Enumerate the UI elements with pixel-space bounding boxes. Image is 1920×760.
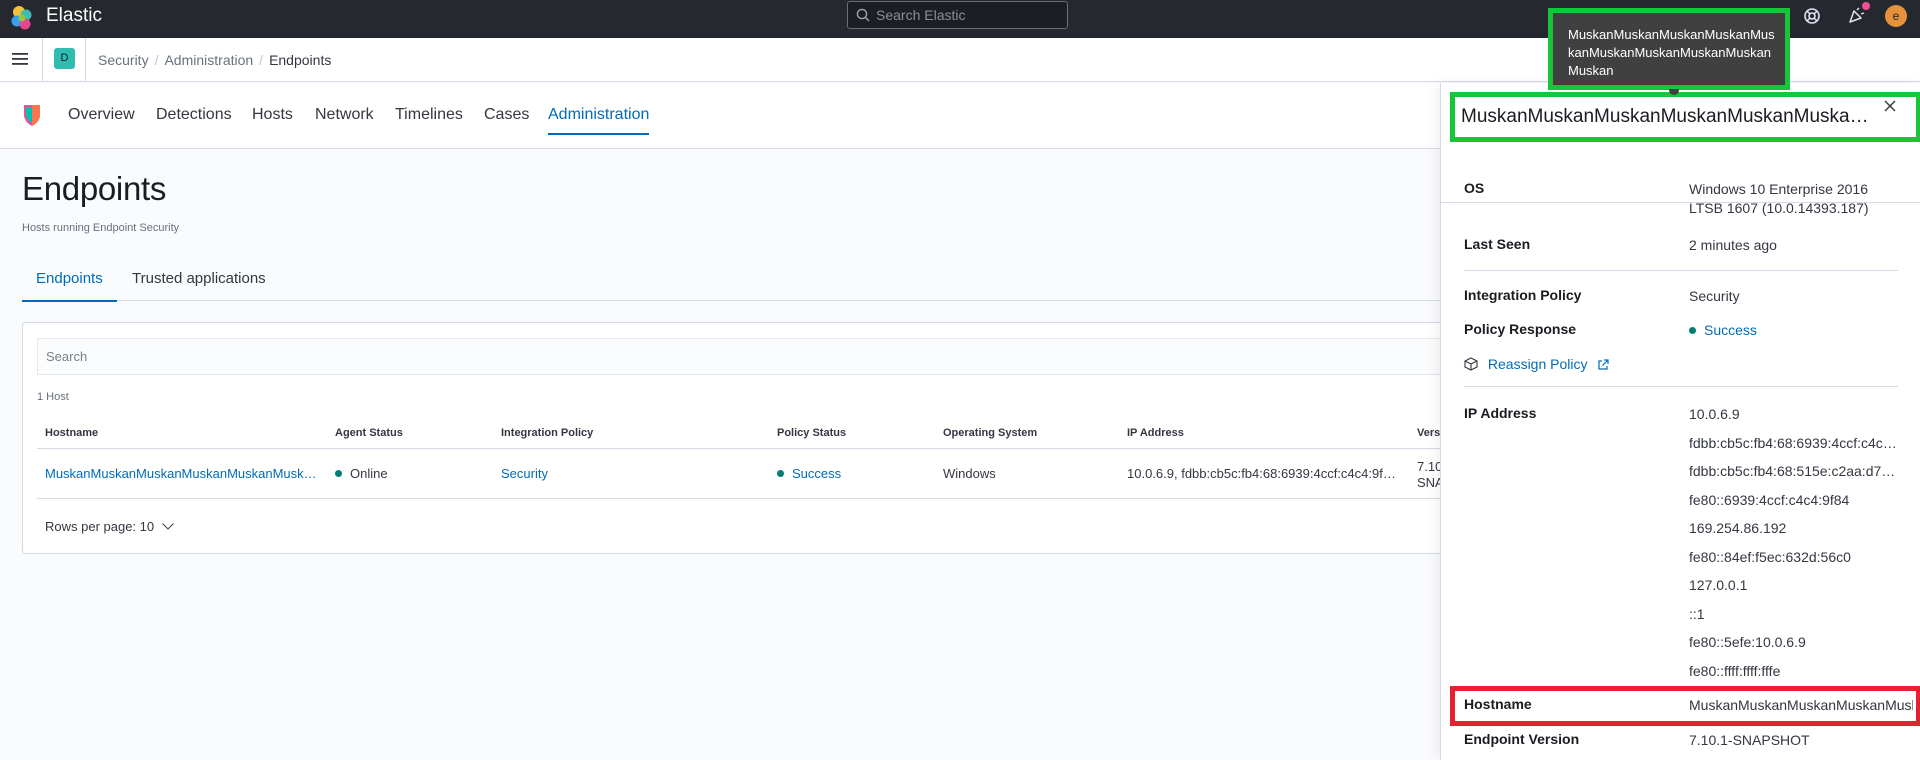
- status-dot: [1689, 327, 1696, 334]
- user-avatar[interactable]: e: [1885, 5, 1907, 27]
- ip-address-item: fe80::84ef:f5ec:632d:56c0: [1689, 548, 1851, 565]
- os-value: Windows 10 Enterprise 2016 LTSB 1607 (10…: [1689, 181, 1869, 216]
- endpoint-search-input[interactable]: [38, 339, 1456, 374]
- divider: [1464, 386, 1898, 387]
- breadcrumb: Security / Administration / Endpoints: [98, 38, 331, 82]
- ip-address-item: fe80::5efe:10.0.6.9: [1689, 634, 1806, 650]
- row-hostname-link[interactable]: MuskanMuskanMuskanMuskanMuskanMuskanMusk…: [45, 449, 320, 499]
- policy-response-link[interactable]: Success: [1704, 322, 1757, 338]
- ip-address-item: fe80::6939:4ccf:c4c4:9f84: [1689, 491, 1850, 508]
- integration-policy-label: Integration Policy: [1464, 287, 1582, 303]
- brand-name: Elastic: [46, 5, 102, 26]
- hostname-value: MuskanMuskanMuskanMuskanMuskanMuskanMusk…: [1689, 697, 1913, 713]
- security-app-nav: Overview Detections Hosts Network Timeli…: [0, 83, 1440, 149]
- row-agent-status: Online: [335, 449, 485, 499]
- status-dot: [777, 470, 784, 477]
- package-icon: [1464, 357, 1478, 371]
- hostname-tooltip: MuskanMuskanMuskanMuskanMuskanMuskanMusk…: [1548, 8, 1790, 90]
- page-subtitle: Hosts running Endpoint Security: [22, 222, 180, 234]
- os-label: OS: [1464, 180, 1485, 196]
- row-ip: 10.0.6.9, fdbb:cb5c:fb4:68:6939:4ccf:c4c…: [1127, 466, 1399, 481]
- security-app-logo-icon[interactable]: [22, 103, 42, 127]
- row-os: Windows: [943, 466, 996, 481]
- flyout-title[interactable]: MuskanMuskanMuskanMuskanMuskanMuskanMusk…: [1461, 97, 1871, 137]
- tab-detections[interactable]: Detections: [156, 83, 232, 149]
- divider: [85, 38, 86, 82]
- breadcrumb-separator: /: [154, 52, 159, 68]
- external-link-icon: [1598, 359, 1609, 370]
- chevron-down-icon: [162, 518, 174, 530]
- breadcrumb-administration[interactable]: Administration: [164, 52, 253, 68]
- ip-address-item: 169.254.86.192: [1689, 520, 1787, 536]
- flyout-title-highlight: MuskanMuskanMuskanMuskanMuskanMuskanMusk…: [1450, 92, 1920, 142]
- host-count: 1 Host: [37, 391, 69, 403]
- tab-network[interactable]: Network: [315, 83, 374, 149]
- ip-address-item: fdbb:cb5c:fb4:68:6939:4ccf:c4c4:9f84: [1689, 434, 1901, 451]
- global-search-input[interactable]: [876, 2, 1062, 28]
- breadcrumb-separator: /: [259, 52, 264, 68]
- table-row: MuskanMuskanMuskanMuskanMuskanMuskanMusk…: [37, 449, 1457, 499]
- page-title: Endpoints: [22, 170, 167, 207]
- ip-address-label: IP Address: [1464, 405, 1537, 421]
- elastic-logo-icon[interactable]: [10, 5, 34, 31]
- row-agent-status-text: Online: [350, 466, 388, 481]
- ip-address-item: fdbb:cb5c:fb4:68:515e:c2aa:d77f:b89b: [1689, 463, 1901, 479]
- endpoint-search[interactable]: [37, 338, 1457, 375]
- close-icon[interactable]: [1883, 99, 1897, 113]
- policy-response-value: Success: [1689, 321, 1904, 340]
- tab-hosts[interactable]: Hosts: [252, 83, 293, 149]
- rows-per-page-button[interactable]: Rows per page: 10: [45, 518, 174, 534]
- reassign-policy-label: Reassign Policy: [1487, 356, 1588, 372]
- hostname-label: Hostname: [1464, 696, 1532, 712]
- last-seen-label: Last Seen: [1464, 236, 1531, 252]
- row-policy-status: Success: [777, 449, 927, 499]
- table-header: Hostname Agent Status Integration Policy…: [37, 411, 1457, 449]
- tab-cases[interactable]: Cases: [484, 83, 529, 149]
- search-icon: [856, 8, 870, 22]
- notification-dot: [1862, 2, 1870, 10]
- subtab-endpoints[interactable]: Endpoints: [22, 263, 117, 302]
- row-policy-status-link[interactable]: Success: [792, 466, 841, 481]
- status-dot: [335, 470, 342, 477]
- ip-address-list: 10.0.6.9 fdbb:cb5c:fb4:68:6939:4ccf:c4c4…: [1689, 405, 1904, 690]
- last-seen-value: 2 minutes ago: [1689, 237, 1777, 253]
- endpoints-table-panel: 1 Host Hostname Agent Status Integration…: [22, 322, 1462, 554]
- tab-overview[interactable]: Overview: [68, 83, 135, 149]
- endpoint-version-label: Endpoint Version: [1464, 731, 1580, 747]
- row-integration-policy-link[interactable]: Security: [501, 449, 751, 499]
- policy-response-label: Policy Response: [1464, 321, 1577, 337]
- reassign-policy-link[interactable]: Reassign Policy: [1464, 356, 1609, 372]
- tab-administration[interactable]: Administration: [548, 83, 650, 149]
- endpoints-subtabs: Endpoints Trusted applications: [22, 263, 1442, 302]
- row-version-line1: 7.10: [1417, 459, 1443, 474]
- global-search[interactable]: [847, 1, 1068, 29]
- space-avatar[interactable]: D: [54, 48, 75, 69]
- ip-address-item: 10.0.6.9: [1689, 406, 1740, 422]
- ip-address-item: 127.0.0.1: [1689, 577, 1748, 593]
- help-icon[interactable]: [1802, 6, 1822, 26]
- integration-policy-link[interactable]: Security: [1689, 287, 1904, 306]
- endpoint-version-value: 7.10.1-SNAPSHOT: [1689, 732, 1810, 748]
- subtab-trusted-applications[interactable]: Trusted applications: [118, 263, 280, 301]
- breadcrumb-security[interactable]: Security: [98, 52, 149, 68]
- endpoint-details-flyout: MuskanMuskanMuskanMuskanMuskanMuskanMusk…: [1440, 83, 1920, 760]
- divider: [42, 38, 43, 82]
- divider: [1464, 270, 1898, 271]
- rows-per-page-label: Rows per page: 10: [45, 519, 155, 534]
- breadcrumb-endpoints: Endpoints: [269, 52, 332, 68]
- menu-hamburger-icon[interactable]: [12, 52, 30, 66]
- tooltip-text: MuskanMuskanMuskanMuskanMuskanMuskanMusk…: [1568, 27, 1775, 78]
- ip-address-item: ::1: [1689, 605, 1705, 622]
- tab-timelines[interactable]: Timelines: [395, 83, 463, 149]
